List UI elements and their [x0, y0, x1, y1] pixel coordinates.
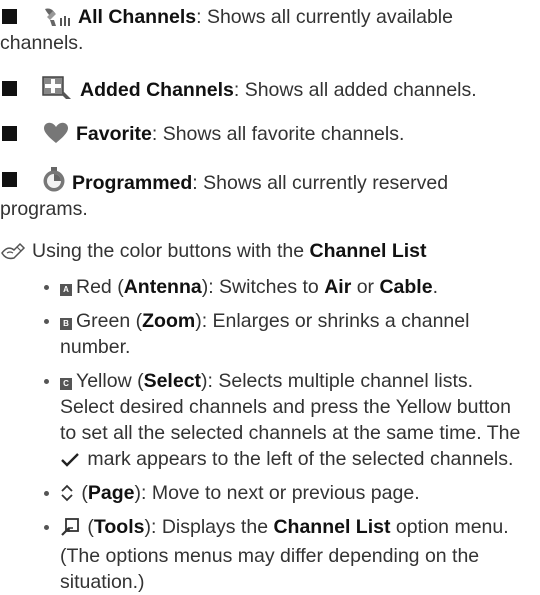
sub-item-text: Switches to	[219, 276, 325, 298]
round-bullet	[44, 379, 49, 384]
sub-item-tools: (Tools): Displays the Channel List optio…	[44, 514, 530, 595]
option-cable: Cable	[379, 276, 433, 298]
square-bullet	[2, 172, 17, 187]
button-function: Select	[143, 370, 202, 392]
list-item-all-channels: All Channels: Shows all currently availa…	[0, 4, 530, 56]
round-bullet	[44, 525, 49, 530]
square-bullet	[2, 126, 17, 141]
list-item-added-channels: Added Channels: Shows all added channels…	[0, 76, 530, 103]
round-bullet	[44, 285, 49, 290]
item-name: Added Channels	[80, 79, 234, 101]
item-description: : Shows all added channels.	[233, 79, 477, 101]
manual-page: All Channels: Shows all currently availa…	[0, 0, 540, 593]
channel-list-label: Channel List	[273, 516, 391, 538]
sub-item-yellow: C Yellow (Select): Selects multiple chann…	[44, 368, 530, 475]
page-arrows-icon	[60, 483, 74, 509]
sub-item-page: (Page): Move to next or previous page.	[44, 480, 530, 509]
period: .	[432, 276, 438, 298]
list-item-favorite: Favorite: Shows all favorite channels.	[0, 121, 530, 147]
square-bullet	[2, 81, 17, 96]
note-prefix: Using the color buttons with the	[32, 240, 310, 262]
all-channels-icon	[42, 5, 72, 27]
sub-item-green: B Green (Zoom): Enlarges or shrinks a cha…	[44, 308, 530, 360]
button-function: Antenna	[123, 276, 202, 298]
item-description: : Shows all favorite channels.	[151, 123, 405, 145]
sub-item-text: Displays the	[161, 516, 274, 538]
tools-icon	[60, 517, 80, 543]
sub-item-red: A Red (Antenna): Switches to Air or Cable…	[44, 274, 530, 300]
button-function: Zoom	[142, 310, 196, 332]
heart-icon	[42, 122, 70, 144]
note-line: Using the color buttons with the Channel…	[0, 238, 530, 264]
round-bullet	[44, 491, 49, 496]
yellow-c-button-icon: C	[60, 378, 72, 390]
sub-item-text: mark appears to the left of the selected…	[82, 448, 514, 470]
round-bullet	[44, 319, 49, 324]
square-bullet	[2, 9, 17, 24]
added-channels-icon	[42, 76, 74, 100]
clock-icon	[42, 167, 66, 193]
button-color: Green	[76, 310, 131, 332]
sub-item-text: Move to next or previous page.	[151, 482, 420, 504]
red-a-button-icon: A	[60, 284, 72, 296]
green-b-button-icon: B	[60, 318, 72, 330]
checkmark-icon	[60, 449, 80, 475]
note-bold: Channel List	[309, 240, 427, 262]
button-function: Page	[87, 482, 135, 504]
button-color: Yellow	[76, 370, 132, 392]
item-name: Favorite	[76, 123, 152, 145]
connector-text: or	[351, 276, 380, 298]
note-pencil-icon	[0, 241, 26, 261]
button-function: Tools	[93, 516, 145, 538]
item-description: : Shows all currently reserved programs.	[0, 172, 449, 220]
item-name: Programmed	[72, 172, 193, 194]
option-air: Air	[324, 276, 352, 298]
list-item-programmed: Programmed: Shows all currently reserved…	[0, 167, 530, 222]
button-color: Red	[76, 276, 112, 298]
item-name: All Channels	[78, 6, 197, 28]
